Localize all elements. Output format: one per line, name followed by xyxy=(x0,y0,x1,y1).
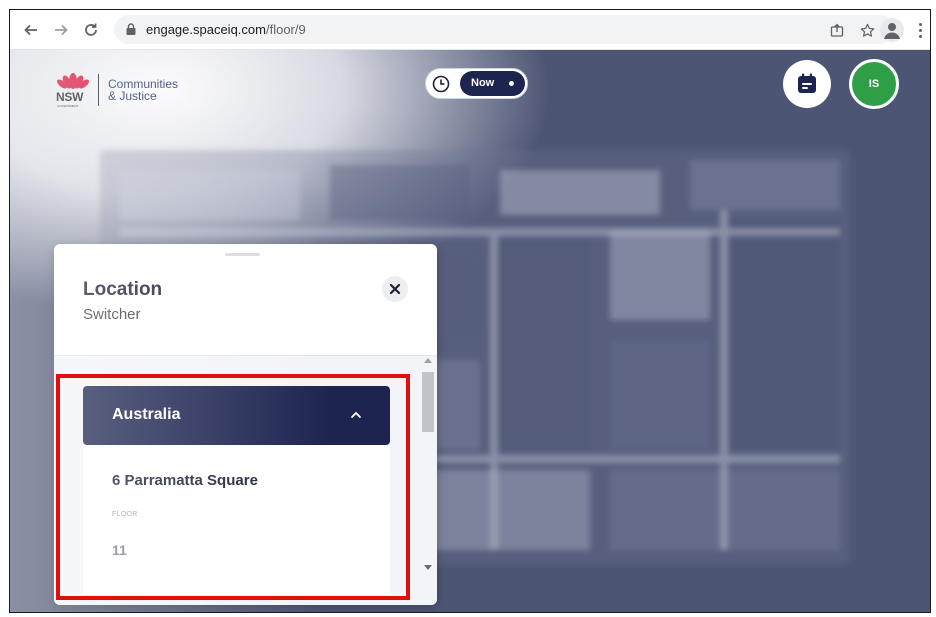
building-name: 6 Parramatta Square xyxy=(112,472,258,489)
waratah-icon xyxy=(57,73,89,89)
scroll-up-arrow-icon[interactable] xyxy=(424,358,432,363)
building-item[interactable]: 6 Parramatta Square FLOOR 11 xyxy=(83,445,390,595)
nsw-wordmark: NSW xyxy=(56,90,84,104)
close-icon xyxy=(389,283,401,295)
country-accordion-australia[interactable]: Australia xyxy=(83,386,390,445)
back-button[interactable] xyxy=(20,19,42,41)
browser-profile-button[interactable] xyxy=(880,18,904,42)
close-button[interactable] xyxy=(382,276,408,302)
panel-title: Location xyxy=(83,279,163,300)
browser-window: engage.spaceiq.com/floor/9 NSW GOVERNMEN… xyxy=(9,9,931,613)
calendar-icon xyxy=(798,73,816,93)
drag-handle[interactable] xyxy=(225,253,260,256)
scroll-thumb[interactable] xyxy=(422,372,434,432)
location-switcher-panel: Location Switcher Australia 6 Parramatta… xyxy=(54,244,437,605)
lock-icon xyxy=(126,23,136,35)
arrow-right-icon xyxy=(55,24,68,36)
reload-button[interactable] xyxy=(80,19,102,41)
floor-label: FLOOR xyxy=(112,511,138,518)
star-icon xyxy=(860,23,874,37)
nsw-logo[interactable]: NSW GOVERNMENT Communities & Justice xyxy=(56,70,178,110)
url-path: /floor/9 xyxy=(265,22,306,37)
waratah-logo-mark: NSW GOVERNMENT xyxy=(56,71,90,109)
url-domain: engage.spaceiq.com xyxy=(146,22,266,37)
clock-icon xyxy=(432,75,450,93)
url-text: engage.spaceiq.com/floor/9 xyxy=(146,22,306,37)
chevron-up-icon xyxy=(351,411,361,418)
now-label: Now xyxy=(471,77,495,89)
person-icon xyxy=(884,23,900,39)
share-icon xyxy=(830,23,844,37)
department-name: Communities & Justice xyxy=(108,78,178,102)
time-toggle[interactable]: Now xyxy=(425,68,528,99)
address-bar[interactable]: engage.spaceiq.com/floor/9 xyxy=(114,15,894,44)
bookmark-button[interactable] xyxy=(856,19,878,41)
bookings-calendar-button[interactable] xyxy=(783,60,831,108)
browser-menu-button[interactable] xyxy=(914,18,926,42)
panel-subtitle: Switcher xyxy=(83,306,141,323)
department-line-2: & Justice xyxy=(108,89,157,103)
app-canvas: NSW GOVERNMENT Communities & Justice Now xyxy=(10,50,930,612)
country-label: Australia xyxy=(112,406,181,423)
now-button[interactable]: Now xyxy=(460,71,525,96)
nsw-government-text: GOVERNMENT xyxy=(57,104,79,108)
logo-divider xyxy=(98,74,99,106)
arrow-left-icon xyxy=(24,24,37,36)
share-button[interactable] xyxy=(826,19,848,41)
forward-button[interactable] xyxy=(50,19,72,41)
floor-value[interactable]: 11 xyxy=(112,542,127,558)
user-avatar[interactable]: IS xyxy=(849,59,899,109)
reload-icon xyxy=(85,23,97,36)
list-scrollbar[interactable] xyxy=(421,358,435,578)
location-list: Australia 6 Parramatta Square FLOOR 11 xyxy=(54,356,437,605)
scroll-down-arrow-icon[interactable] xyxy=(424,565,432,570)
now-indicator-dot xyxy=(509,81,514,86)
browser-toolbar: engage.spaceiq.com/floor/9 xyxy=(10,10,930,50)
